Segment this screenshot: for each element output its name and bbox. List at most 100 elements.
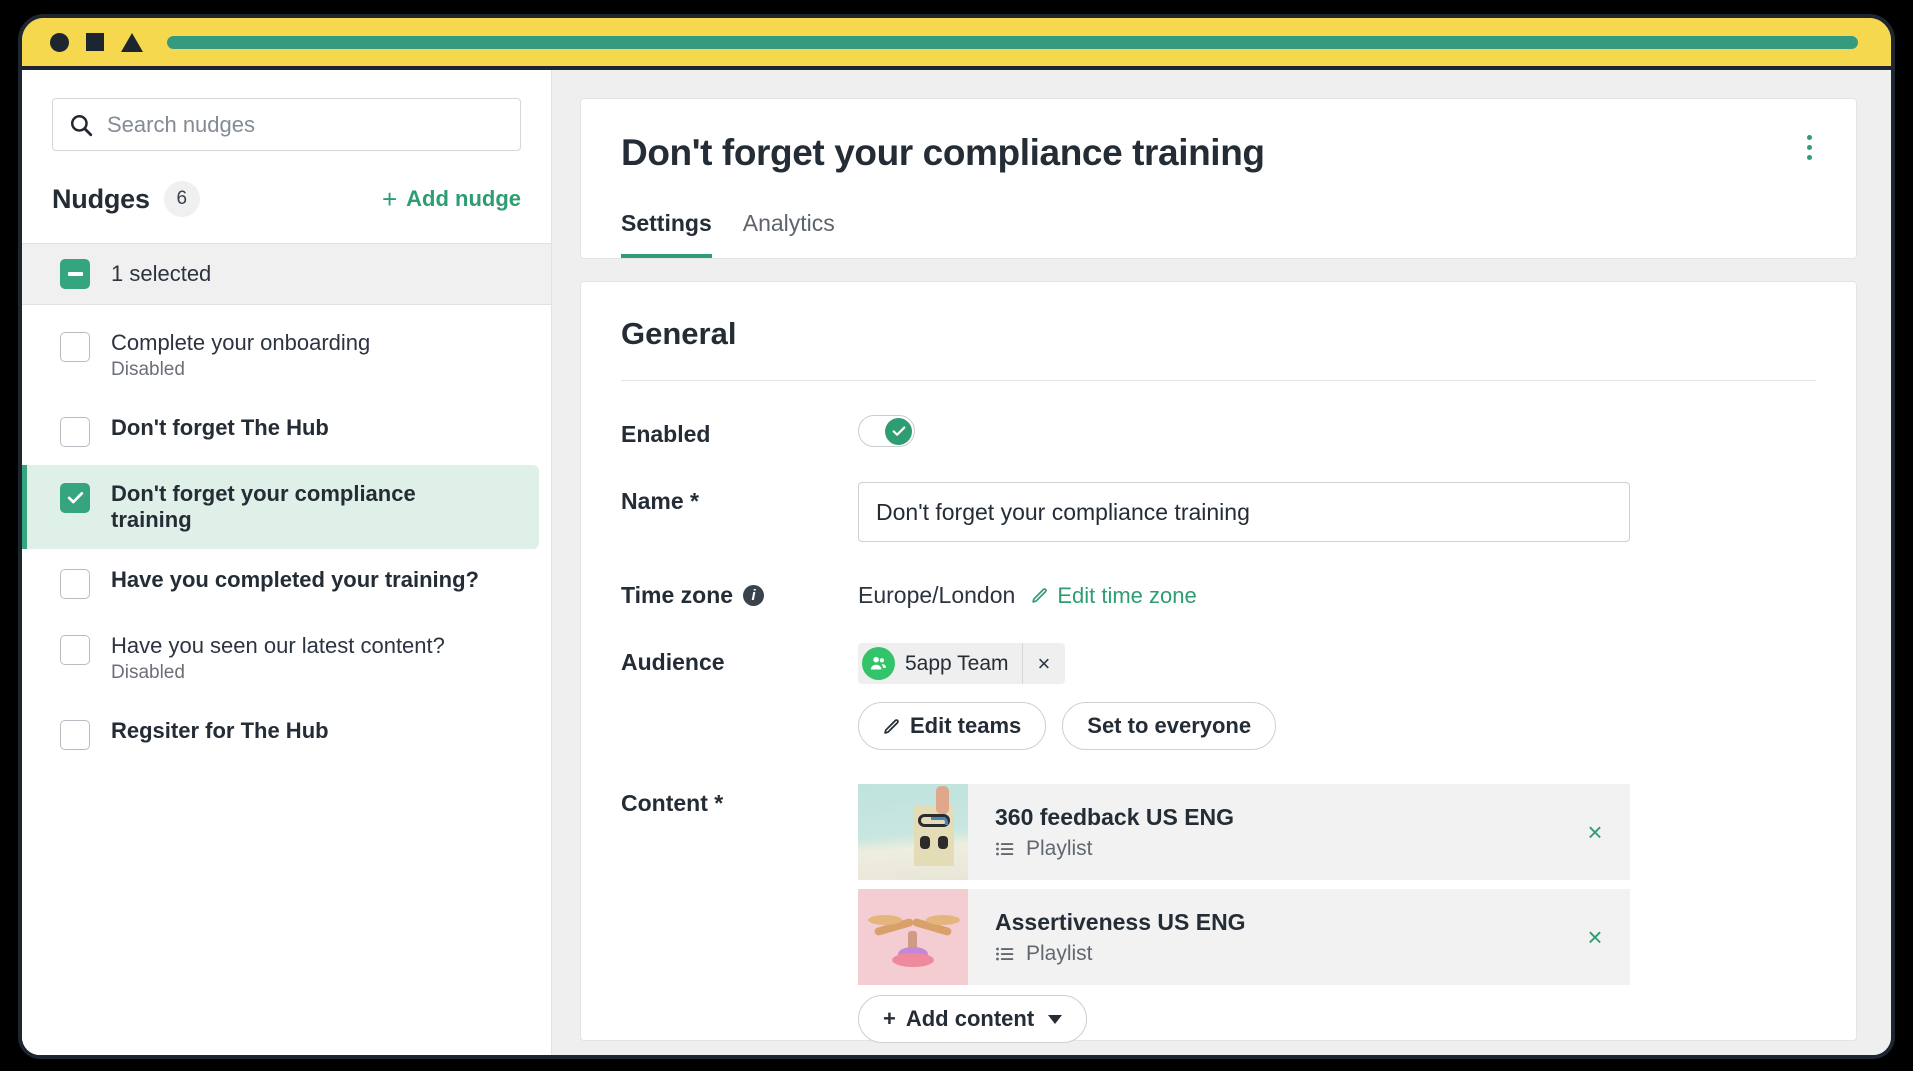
nudge-checkbox[interactable] (60, 482, 90, 513)
list-item[interactable]: Have you completed your training? (22, 551, 539, 615)
add-nudge-label: Add nudge (406, 186, 521, 211)
audience-team-name: 5app Team (905, 651, 1009, 675)
kebab-dot (1806, 154, 1812, 160)
nudge-checkbox[interactable] (60, 634, 90, 665)
content-type-label: Playlist (1026, 941, 1093, 965)
tab-analytics[interactable]: Analytics (743, 210, 835, 258)
pencil-icon (1032, 588, 1048, 603)
content-field: 360 feedback US ENG Playlist × Assertivenes… (858, 784, 1816, 1043)
set-to-everyone-button[interactable]: Set to everyone (1062, 702, 1277, 750)
search-input[interactable] (107, 111, 505, 138)
set-to-everyone-label: Set to everyone (1087, 713, 1252, 738)
audience-field: 5app Team × Edit teams Set to everyone (858, 643, 1816, 750)
nudge-name: Don't forget your compliance training (111, 480, 416, 532)
nudge-text: Regsiter for The Hub (111, 718, 329, 744)
more-options-icon[interactable] (1792, 127, 1826, 167)
nudge-text: Have you completed your training? (111, 567, 479, 593)
nudge-checkbox[interactable] (60, 416, 90, 447)
app-body: Nudges 6 + Add nudge 1 selected Complete… (22, 70, 1891, 1055)
tab-settings[interactable]: Settings (621, 210, 712, 258)
audience-buttons: Edit teams Set to everyone (858, 702, 1816, 750)
nudge-status: Disabled (111, 358, 185, 380)
nudge-list: Complete your onboarding Disabled Don't fo… (22, 305, 551, 1055)
content-item[interactable]: 360 feedback US ENG Playlist × (858, 784, 1630, 880)
content-meta: 360 feedback US ENG Playlist (968, 804, 1560, 861)
nudge-name: Regsiter for The Hub (111, 717, 329, 743)
add-content-label: Add content (905, 1006, 1035, 1031)
timezone-label: Time zone i (621, 576, 858, 609)
nudge-text: Complete your onboarding Disabled (111, 330, 370, 381)
list-item[interactable]: Have you seen our latest content? Disable… (22, 617, 539, 700)
audience-row: Audience 5app Team × Edit teams Set to e… (621, 609, 1816, 750)
list-item[interactable]: Don't forget your compliance training (22, 464, 539, 549)
nudge-header-card: Don't forget your compliance training Se… (580, 98, 1857, 259)
content-meta: Assertiveness US ENG Playlist (968, 909, 1560, 966)
selection-count-label: 1 selected (111, 261, 212, 286)
nudges-count-badge: 6 (163, 181, 200, 217)
audience-label: Audience (621, 649, 725, 675)
nudge-status: Disabled (111, 661, 185, 683)
enabled-toggle[interactable] (858, 415, 915, 447)
add-nudge-button[interactable]: + Add nudge (382, 186, 521, 212)
search-box[interactable] (52, 98, 521, 151)
nudges-title: Nudges (52, 183, 150, 214)
remove-audience-icon[interactable]: × (1021, 643, 1066, 684)
remove-content-icon[interactable]: × (1560, 922, 1630, 953)
chevron-down-icon (1048, 1014, 1063, 1024)
list-item[interactable]: Complete your onboarding Disabled (22, 314, 539, 397)
plus-icon: + (381, 184, 398, 214)
content-title: 360 feedback US ENG (995, 803, 1235, 830)
list-item[interactable]: Don't forget The Hub (22, 399, 539, 463)
edit-timezone-label: Edit time zone (1057, 582, 1197, 608)
nudge-name: Have you completed your training? (111, 566, 479, 592)
select-all-checkbox[interactable] (60, 259, 90, 289)
kebab-dot (1806, 144, 1812, 150)
nudge-name: Don't forget The Hub (111, 414, 329, 440)
remove-content-icon[interactable]: × (1560, 817, 1630, 848)
list-item[interactable]: Regsiter for The Hub (22, 702, 539, 766)
main-panel: Don't forget your compliance training Se… (552, 70, 1891, 1055)
content-type-label: Playlist (1026, 836, 1093, 860)
nudge-checkbox[interactable] (60, 568, 90, 599)
playlist-icon (996, 947, 1014, 960)
square-shape-icon[interactable] (86, 33, 104, 51)
circle-shape-icon[interactable] (50, 32, 69, 52)
nudge-checkbox[interactable] (60, 332, 90, 362)
people-icon (870, 656, 887, 670)
audience-team-chip[interactable]: 5app Team × (858, 643, 1066, 684)
window-controls[interactable] (50, 32, 143, 52)
timezone-field: Europe/London Edit time zone (858, 576, 1816, 609)
browser-titlebar (22, 18, 1891, 70)
name-input[interactable] (858, 482, 1630, 542)
content-list: 360 feedback US ENG Playlist × Assertivenes… (858, 784, 1816, 985)
content-title: Assertiveness US ENG (995, 908, 1246, 935)
page-title: Don't forget your compliance training (621, 132, 1265, 173)
pencil-icon (884, 718, 899, 734)
name-label: Name * (621, 488, 699, 514)
add-content-button[interactable]: + Add content (858, 995, 1088, 1043)
content-thumbnail (858, 784, 968, 880)
triangle-shape-icon[interactable] (121, 32, 143, 52)
check-icon (892, 426, 905, 436)
nudge-text: Don't forget The Hub (111, 415, 329, 441)
name-row: Name * (621, 448, 1816, 542)
search-icon (70, 114, 93, 136)
edit-teams-button[interactable]: Edit teams (858, 702, 1047, 750)
info-icon[interactable]: i (743, 585, 765, 606)
enabled-row: Enabled (621, 381, 1816, 448)
kebab-dot (1806, 134, 1812, 140)
tab-bar: Settings Analytics (621, 210, 1816, 258)
indeterminate-dash-icon (67, 272, 83, 276)
playlist-icon (996, 842, 1014, 855)
address-bar[interactable] (167, 35, 1858, 49)
timezone-value: Europe/London (858, 582, 1016, 608)
selection-bar: 1 selected (22, 243, 551, 305)
content-item[interactable]: Assertiveness US ENG Playlist × (858, 889, 1630, 985)
toggle-knob (885, 417, 912, 445)
content-type: Playlist (995, 942, 1560, 966)
team-avatar-icon (862, 647, 895, 680)
nudges-sidebar: Nudges 6 + Add nudge 1 selected Complete… (22, 70, 552, 1055)
edit-timezone-button[interactable]: Edit time zone (1031, 582, 1197, 609)
search-wrapper (22, 70, 551, 151)
nudge-checkbox[interactable] (60, 719, 90, 750)
